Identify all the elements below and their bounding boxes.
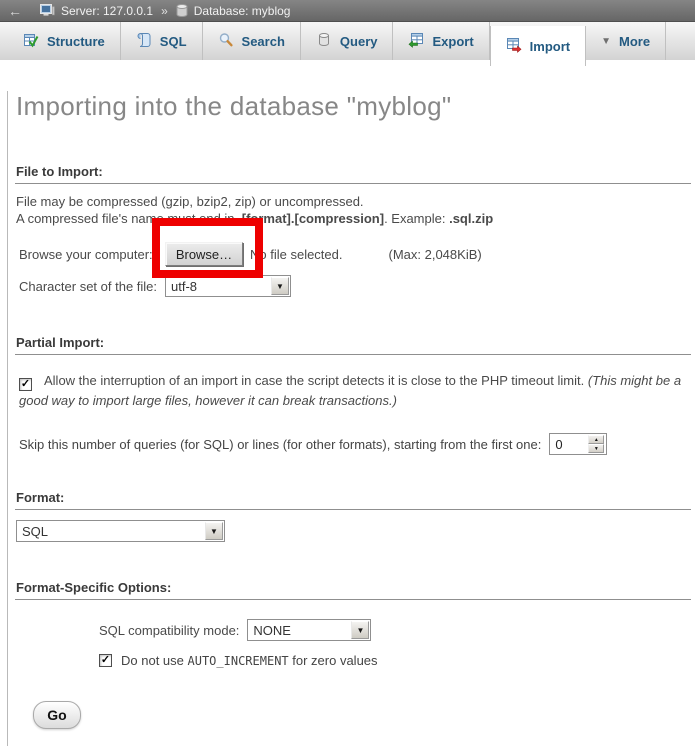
tab-structure[interactable]: Structure — [8, 22, 121, 60]
chevron-down-icon: ▼ — [601, 36, 611, 47]
compression-info-text: File may be compressed (gzip, bzip2, zip… — [16, 193, 691, 227]
page-title: Importing into the database "myblog" — [16, 91, 691, 122]
skip-queries-row: Skip this number of queries (for SQL) or… — [19, 433, 691, 455]
sql-icon — [136, 32, 152, 51]
export-icon — [408, 32, 424, 51]
query-icon — [316, 32, 332, 51]
chevron-down-icon[interactable]: ▼ — [351, 621, 369, 639]
tab-label: Export — [432, 34, 473, 49]
tab-label: Search — [242, 34, 285, 49]
back-arrow-icon[interactable]: ← — [8, 4, 22, 18]
section-heading-partial-import: Partial Import: — [15, 335, 691, 355]
format-select[interactable]: SQL ▼ — [16, 520, 225, 542]
no-file-selected-text: No file selected. — [250, 247, 343, 262]
spinner-buttons: ▲ ▼ — [588, 435, 604, 453]
format-row: SQL ▼ — [16, 520, 691, 542]
charset-row: Character set of the file: utf-8 ▼ — [19, 274, 691, 298]
breadcrumb-server[interactable]: Server: 127.0.0.1 — [61, 4, 153, 18]
allow-interruption-row: ✓ Allow the interruption of an import in … — [19, 371, 691, 410]
auto-increment-code: AUTO_INCREMENT — [188, 654, 289, 668]
max-upload-size: (Max: 2,048KiB) — [389, 247, 482, 262]
compression-line2-prefix: A compressed file's name must end in — [16, 211, 238, 226]
tab-label: Import — [530, 39, 570, 54]
allow-interruption-text: Allow the interruption of an import in c… — [44, 373, 588, 388]
chevron-down-icon[interactable]: ▼ — [205, 522, 223, 540]
tab-label: Query — [340, 34, 378, 49]
tab-sql[interactable]: SQL — [121, 22, 203, 60]
section-heading-format: Format: — [15, 490, 691, 510]
search-icon — [218, 32, 234, 51]
tab-search[interactable]: Search — [203, 22, 301, 60]
database-icon — [176, 4, 188, 17]
browse-label: Browse your computer: — [19, 247, 165, 262]
tab-export[interactable]: Export — [393, 22, 489, 60]
tab-bar: Structure SQL Search Query Export Import… — [0, 22, 695, 60]
import-icon — [506, 37, 522, 56]
auto-increment-checkbox[interactable]: ✓ — [99, 654, 112, 667]
skip-queries-value: 0 — [552, 437, 588, 452]
allow-interruption-checkbox[interactable]: ✓ — [19, 378, 32, 391]
auto-increment-prefix: Do not use — [121, 653, 188, 668]
chevron-down-icon[interactable]: ▼ — [271, 277, 289, 295]
auto-increment-row: ✓ Do not use AUTO_INCREMENT for zero val… — [99, 653, 691, 668]
compression-example: .sql.zip — [449, 211, 493, 226]
tab-label: More — [619, 34, 650, 49]
spinner-up-icon[interactable]: ▲ — [588, 435, 604, 444]
format-select-value: SQL — [17, 521, 204, 541]
spinner-down-icon[interactable]: ▼ — [588, 444, 604, 453]
sql-compatibility-select[interactable]: NONE ▼ — [247, 619, 371, 641]
browse-button[interactable]: Browse… — [165, 242, 243, 266]
structure-icon — [23, 32, 39, 51]
skip-queries-label: Skip this number of queries (for SQL) or… — [19, 437, 541, 452]
section-heading-format-specific: Format-Specific Options: — [15, 580, 691, 600]
compression-line2-mid: . Example: — [384, 211, 449, 226]
sql-compatibility-row: SQL compatibility mode: NONE ▼ — [99, 619, 691, 641]
sql-compatibility-label: SQL compatibility mode: — [99, 623, 239, 638]
auto-increment-suffix: for zero values — [289, 653, 378, 668]
browse-row: Browse your computer: Browse… No file se… — [19, 241, 691, 267]
section-heading-file-to-import: File to Import: — [15, 164, 691, 184]
tab-more[interactable]: ▼ More — [586, 22, 666, 60]
tab-import[interactable]: Import — [490, 26, 586, 66]
tab-query[interactable]: Query — [301, 22, 394, 60]
charset-label: Character set of the file: — [19, 279, 165, 294]
server-breadcrumb-bar: ← Server: 127.0.0.1 » Database: myblog — [0, 0, 695, 22]
go-button[interactable]: Go — [33, 701, 81, 729]
skip-queries-input[interactable]: 0 ▲ ▼ — [549, 433, 607, 455]
breadcrumb-database[interactable]: Database: myblog — [194, 4, 291, 18]
auto-increment-label: Do not use AUTO_INCREMENT for zero value… — [121, 653, 378, 668]
tab-label: SQL — [160, 34, 187, 49]
charset-select[interactable]: utf-8 ▼ — [165, 275, 291, 297]
compression-line1: File may be compressed (gzip, bzip2, zip… — [16, 194, 364, 209]
charset-select-value: utf-8 — [166, 276, 270, 296]
breadcrumb-separator: » — [161, 4, 168, 18]
sql-compatibility-value: NONE — [248, 620, 350, 640]
tab-label: Structure — [47, 34, 105, 49]
compression-format-pattern: .[format].[compression] — [238, 211, 384, 226]
server-icon — [40, 4, 55, 17]
import-page: Importing into the database "myblog" Fil… — [7, 91, 695, 746]
